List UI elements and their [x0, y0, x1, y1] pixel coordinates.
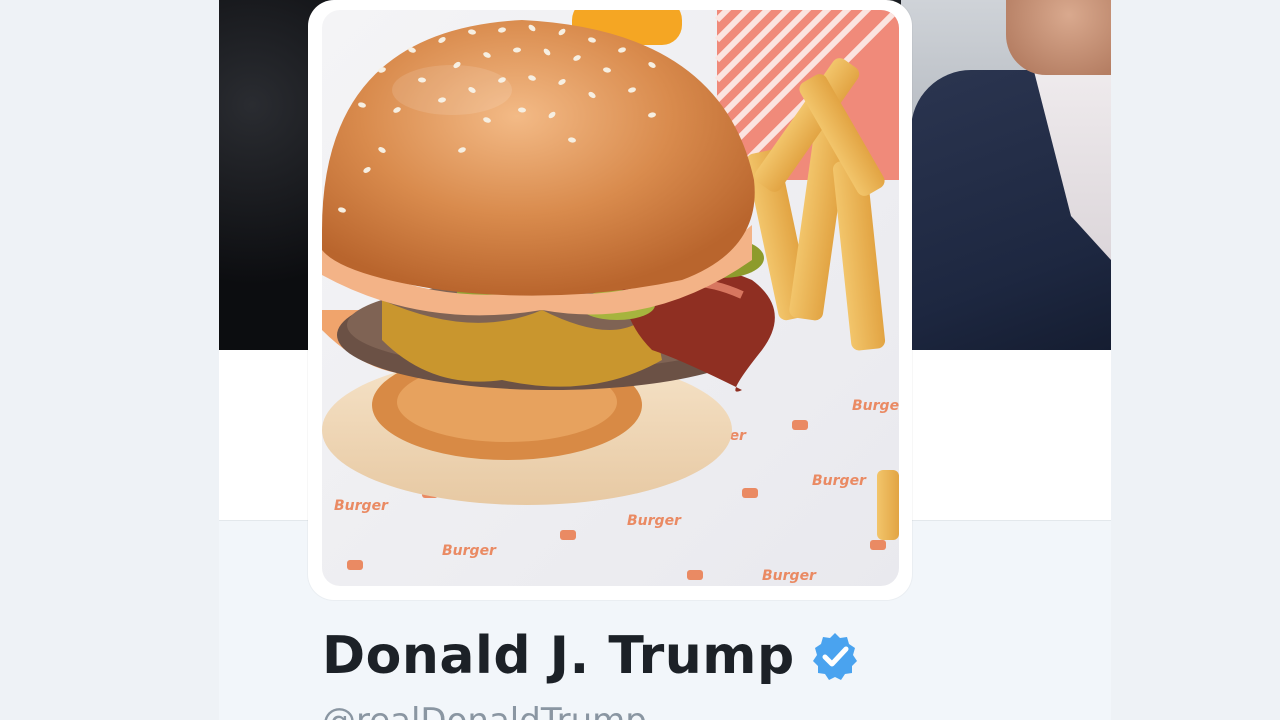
banner-face [1006, 0, 1111, 75]
verified-badge-icon [812, 633, 857, 680]
avatar-burger-image: Burger Burger Burger Burger Burger Burge… [322, 10, 899, 586]
svg-text:Burger: Burger [334, 498, 389, 514]
svg-text:Burger: Burger [762, 568, 817, 584]
avatar[interactable]: Burger Burger Burger Burger Burger Burge… [308, 0, 912, 600]
svg-text:Burger: Burger [442, 543, 497, 559]
svg-text:Burger: Burger [852, 398, 899, 414]
profile-name-row: Donald J. Trump [322, 630, 861, 682]
profile-handle: @realDonaldTrump [322, 704, 647, 720]
display-name[interactable]: Donald J. Trump [322, 630, 795, 682]
svg-text:Burger: Burger [627, 513, 682, 529]
profile-column: Burger Burger Burger Burger Burger Burge… [219, 0, 1111, 720]
svg-text:Burger: Burger [812, 473, 867, 489]
